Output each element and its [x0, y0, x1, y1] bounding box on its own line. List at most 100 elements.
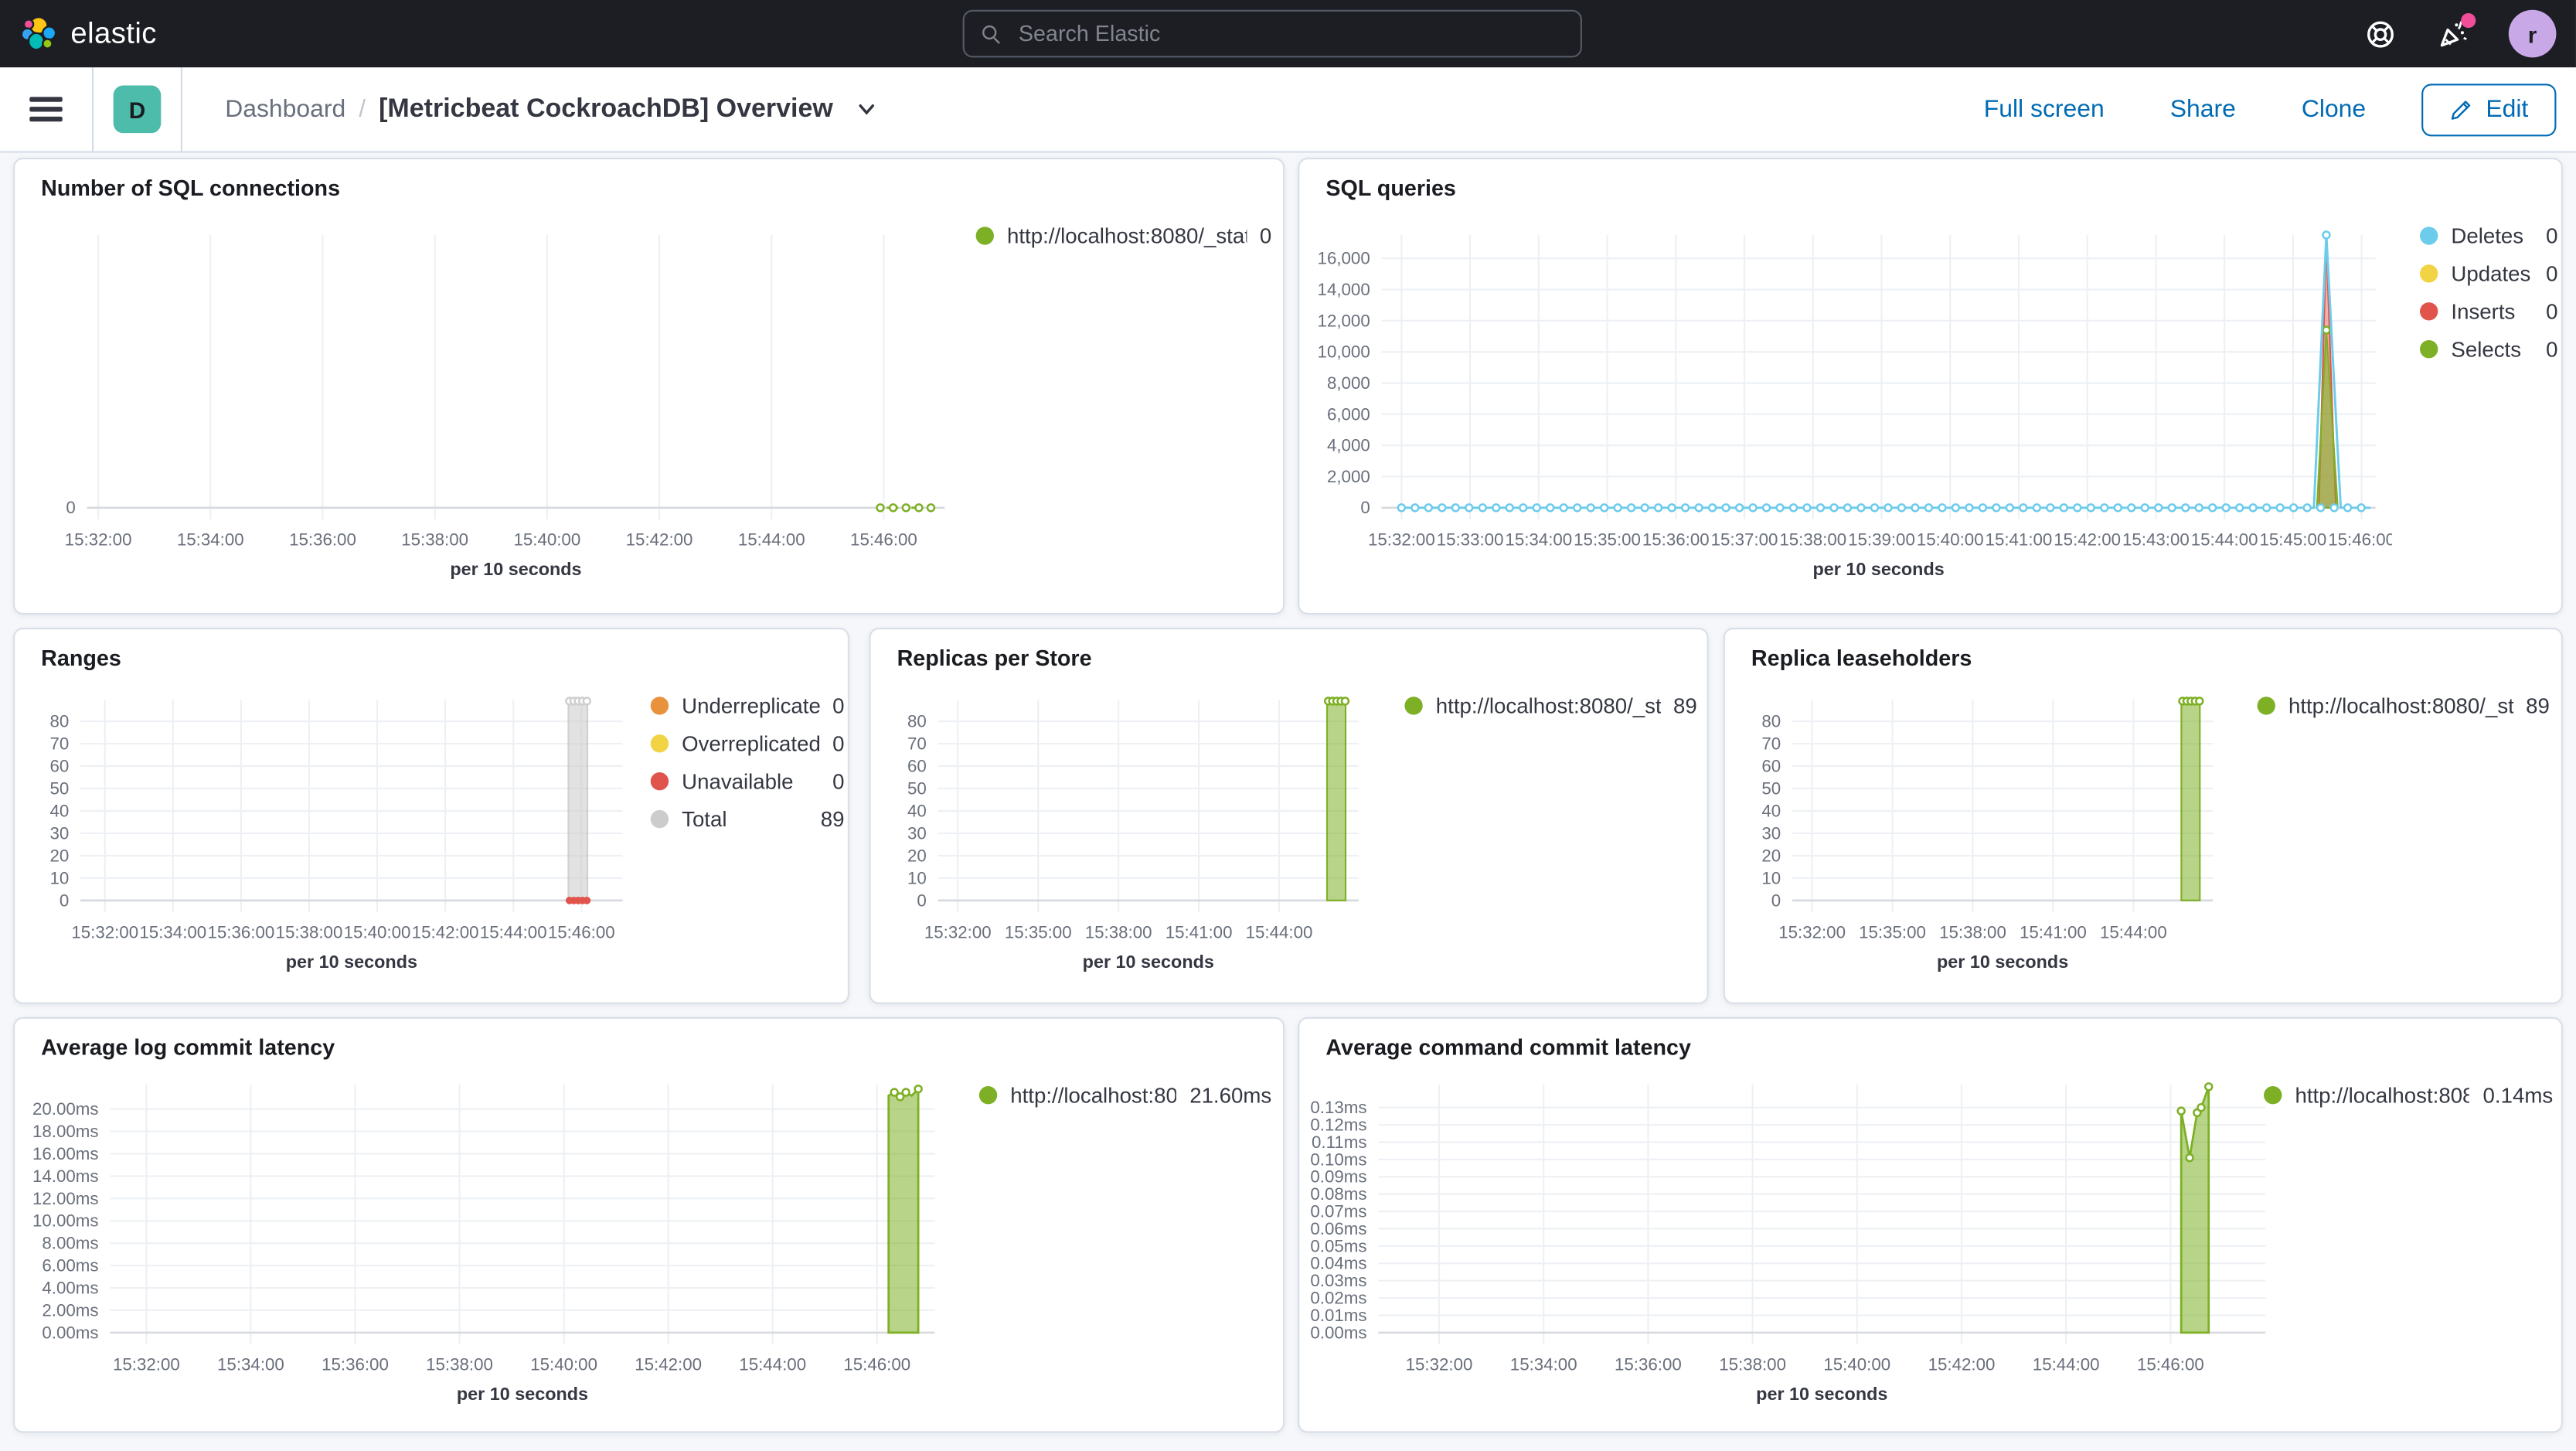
svg-text:10: 10: [49, 868, 69, 887]
legend-item[interactable]: Deletes 0: [2420, 223, 2558, 248]
legend-item[interactable]: http://localhost:8080/_stat... 0: [975, 223, 1271, 248]
chevron-down-icon[interactable]: [856, 99, 878, 121]
svg-text:20: 20: [1761, 846, 1781, 865]
svg-text:15:46:00: 15:46:00: [2137, 1355, 2204, 1374]
legend-value: 89: [2526, 693, 2550, 718]
divider: [92, 67, 94, 152]
svg-text:15:44:00: 15:44:00: [480, 923, 547, 942]
chart-sql-queries[interactable]: 0 2,000 4,000 6,000 8,000 10,000 12,000 14,000 1…: [1299, 212, 2392, 583]
svg-text:16.00ms: 16.00ms: [32, 1144, 99, 1163]
chart-avg-command-commit[interactable]: 0.00ms0.01ms0.02ms0.03ms0.04ms0.05ms0.06…: [1299, 1064, 2285, 1413]
divider: [180, 67, 182, 152]
legend-color-dot: [1404, 697, 1423, 715]
chart-legend: http://localhost:8080/_stat... 0: [975, 223, 1271, 248]
edit-button-label: Edit: [2486, 95, 2529, 124]
whats-new-party-popper-icon[interactable]: [2436, 12, 2476, 50]
svg-text:15:40:00: 15:40:00: [1823, 1355, 1890, 1374]
dashboard-grid: Number of SQL connections 0 15:32:00 15:34:…: [0, 152, 2576, 1451]
svg-text:12,000: 12,000: [1318, 311, 1370, 330]
user-avatar[interactable]: r: [2508, 9, 2557, 58]
svg-text:15:32:00: 15:32:00: [65, 530, 132, 550]
legend-item[interactable]: http://localhost:8080... 0.14ms: [2264, 1083, 2553, 1108]
edit-button[interactable]: Edit: [2421, 83, 2557, 136]
chart-legend: Underreplicated 0 Overreplicated 0 Unavailab…: [650, 693, 845, 832]
svg-text:15:40:00: 15:40:00: [344, 923, 411, 942]
legend-label: Updates: [2451, 261, 2531, 286]
legend-value: 0: [832, 768, 845, 794]
svg-text:15:42:00: 15:42:00: [635, 1355, 702, 1374]
elastic-logo[interactable]: elastic: [20, 15, 157, 53]
svg-text:60: 60: [49, 756, 69, 775]
legend-color-dot: [650, 809, 669, 829]
legend-label: Deletes: [2451, 223, 2524, 248]
elastic-logo-icon: [20, 15, 57, 51]
page-title: [Metricbeat CockroachDB] Overview: [379, 94, 833, 123]
svg-text:18.00ms: 18.00ms: [32, 1122, 99, 1141]
legend-item[interactable]: Unavailable 0: [650, 768, 845, 794]
legend-item[interactable]: Total 89: [650, 807, 845, 832]
legend-color-dot: [2420, 227, 2438, 245]
breadcrumb-dashboard-link[interactable]: Dashboard: [225, 95, 345, 123]
menu-icon[interactable]: [20, 83, 73, 135]
legend-item[interactable]: Selects 0: [2420, 337, 2558, 362]
dashboard-app-badge[interactable]: D: [113, 85, 162, 134]
legend-item[interactable]: http://localhost:8080/_sta... 89: [1404, 693, 1697, 718]
svg-text:60: 60: [1761, 756, 1781, 775]
search-input[interactable]: [1015, 19, 1564, 48]
panel-sql-queries: SQL queries 0 2,000 4,000 6,000 8,000 10,000 12…: [1298, 158, 2563, 615]
legend-item[interactable]: Underreplicated 0: [650, 693, 845, 718]
svg-text:15:33:00: 15:33:00: [1437, 530, 1504, 550]
svg-text:0.01ms: 0.01ms: [1310, 1306, 1366, 1325]
legend-color-dot: [650, 697, 669, 715]
legend-color-dot: [2264, 1086, 2282, 1105]
svg-text:15:36:00: 15:36:00: [1642, 530, 1710, 550]
chart-sql-connections[interactable]: 0 15:32:00 15:34:00 15:36:00 15:38:00 15:40:0…: [22, 212, 994, 583]
legend-item[interactable]: Overreplicated 0: [650, 731, 845, 756]
svg-text:2.00ms: 2.00ms: [42, 1300, 98, 1320]
help-icon[interactable]: [2364, 17, 2397, 50]
global-search[interactable]: [962, 9, 1582, 58]
svg-text:15:42:00: 15:42:00: [1928, 1355, 1996, 1374]
share-button[interactable]: Share: [2160, 94, 2246, 124]
chart-avg-log-commit[interactable]: 0.00ms 2.00ms 4.00ms 6.00ms 8.00ms 10.00ms 12.…: [15, 1064, 968, 1413]
legend-value: 0: [2546, 223, 2558, 248]
panel-avg-log-commit: Average log commit latency 0.00ms 2.00ms 4.…: [13, 1017, 1285, 1433]
svg-text:0.00ms: 0.00ms: [42, 1323, 98, 1342]
toolbar: D Dashboard / [Metricbeat CockroachDB] O…: [0, 67, 2576, 153]
legend-item[interactable]: Updates 0: [2420, 261, 2558, 286]
chart-replica-leaseholders[interactable]: 0 10 20 30 40 50 60 70 80 15:32:00 15:35:00 15:38:0…: [1725, 683, 2246, 979]
clone-button[interactable]: Clone: [2292, 94, 2376, 124]
search-icon: [982, 24, 1001, 43]
svg-text:0.03ms: 0.03ms: [1310, 1271, 1366, 1290]
svg-text:15:35:00: 15:35:00: [1859, 923, 1926, 942]
svg-text:12.00ms: 12.00ms: [32, 1189, 99, 1208]
svg-text:0.02ms: 0.02ms: [1310, 1289, 1366, 1308]
svg-text:15:46:00: 15:46:00: [2328, 530, 2392, 550]
chart-legend: http://localhost:8080/_sta... 89: [2257, 693, 2550, 718]
legend-color-dot: [2257, 697, 2275, 715]
svg-text:0.05ms: 0.05ms: [1310, 1236, 1366, 1255]
svg-text:15:46:00: 15:46:00: [850, 530, 917, 550]
svg-text:15:34:00: 15:34:00: [177, 530, 244, 550]
svg-text:15:34:00: 15:34:00: [1505, 530, 1572, 550]
svg-text:10: 10: [907, 868, 927, 887]
svg-text:15:39:00: 15:39:00: [1848, 530, 1915, 550]
legend-item[interactable]: Inserts 0: [2420, 299, 2558, 324]
svg-text:20.00ms: 20.00ms: [32, 1099, 99, 1119]
legend-label: Overreplicated: [682, 731, 820, 756]
svg-text:70: 70: [49, 734, 69, 753]
logo-text: elastic: [70, 16, 157, 49]
svg-text:15:44:00: 15:44:00: [738, 530, 805, 550]
svg-text:0: 0: [917, 891, 926, 910]
svg-text:30: 30: [907, 823, 927, 843]
chart-ranges[interactable]: 0 10 20 30 40 50 60 70 80 15:32:00 15:34:00 15:36:0…: [15, 683, 645, 979]
legend-label: http://localhost:808...: [1010, 1082, 1176, 1108]
svg-text:70: 70: [907, 734, 927, 753]
full-screen-button[interactable]: Full screen: [1974, 94, 2114, 124]
legend-item[interactable]: http://localhost:808... 21.60ms: [978, 1082, 1271, 1108]
svg-text:8,000: 8,000: [1327, 373, 1370, 393]
svg-text:15:36:00: 15:36:00: [207, 923, 274, 942]
svg-text:60: 60: [907, 756, 927, 775]
chart-replicas-per-store[interactable]: 0 10 20 30 40 50 60 70 80 15:32:00 15:35:00 15:38:0…: [871, 683, 1392, 979]
legend-item[interactable]: http://localhost:8080/_sta... 89: [2257, 693, 2550, 718]
